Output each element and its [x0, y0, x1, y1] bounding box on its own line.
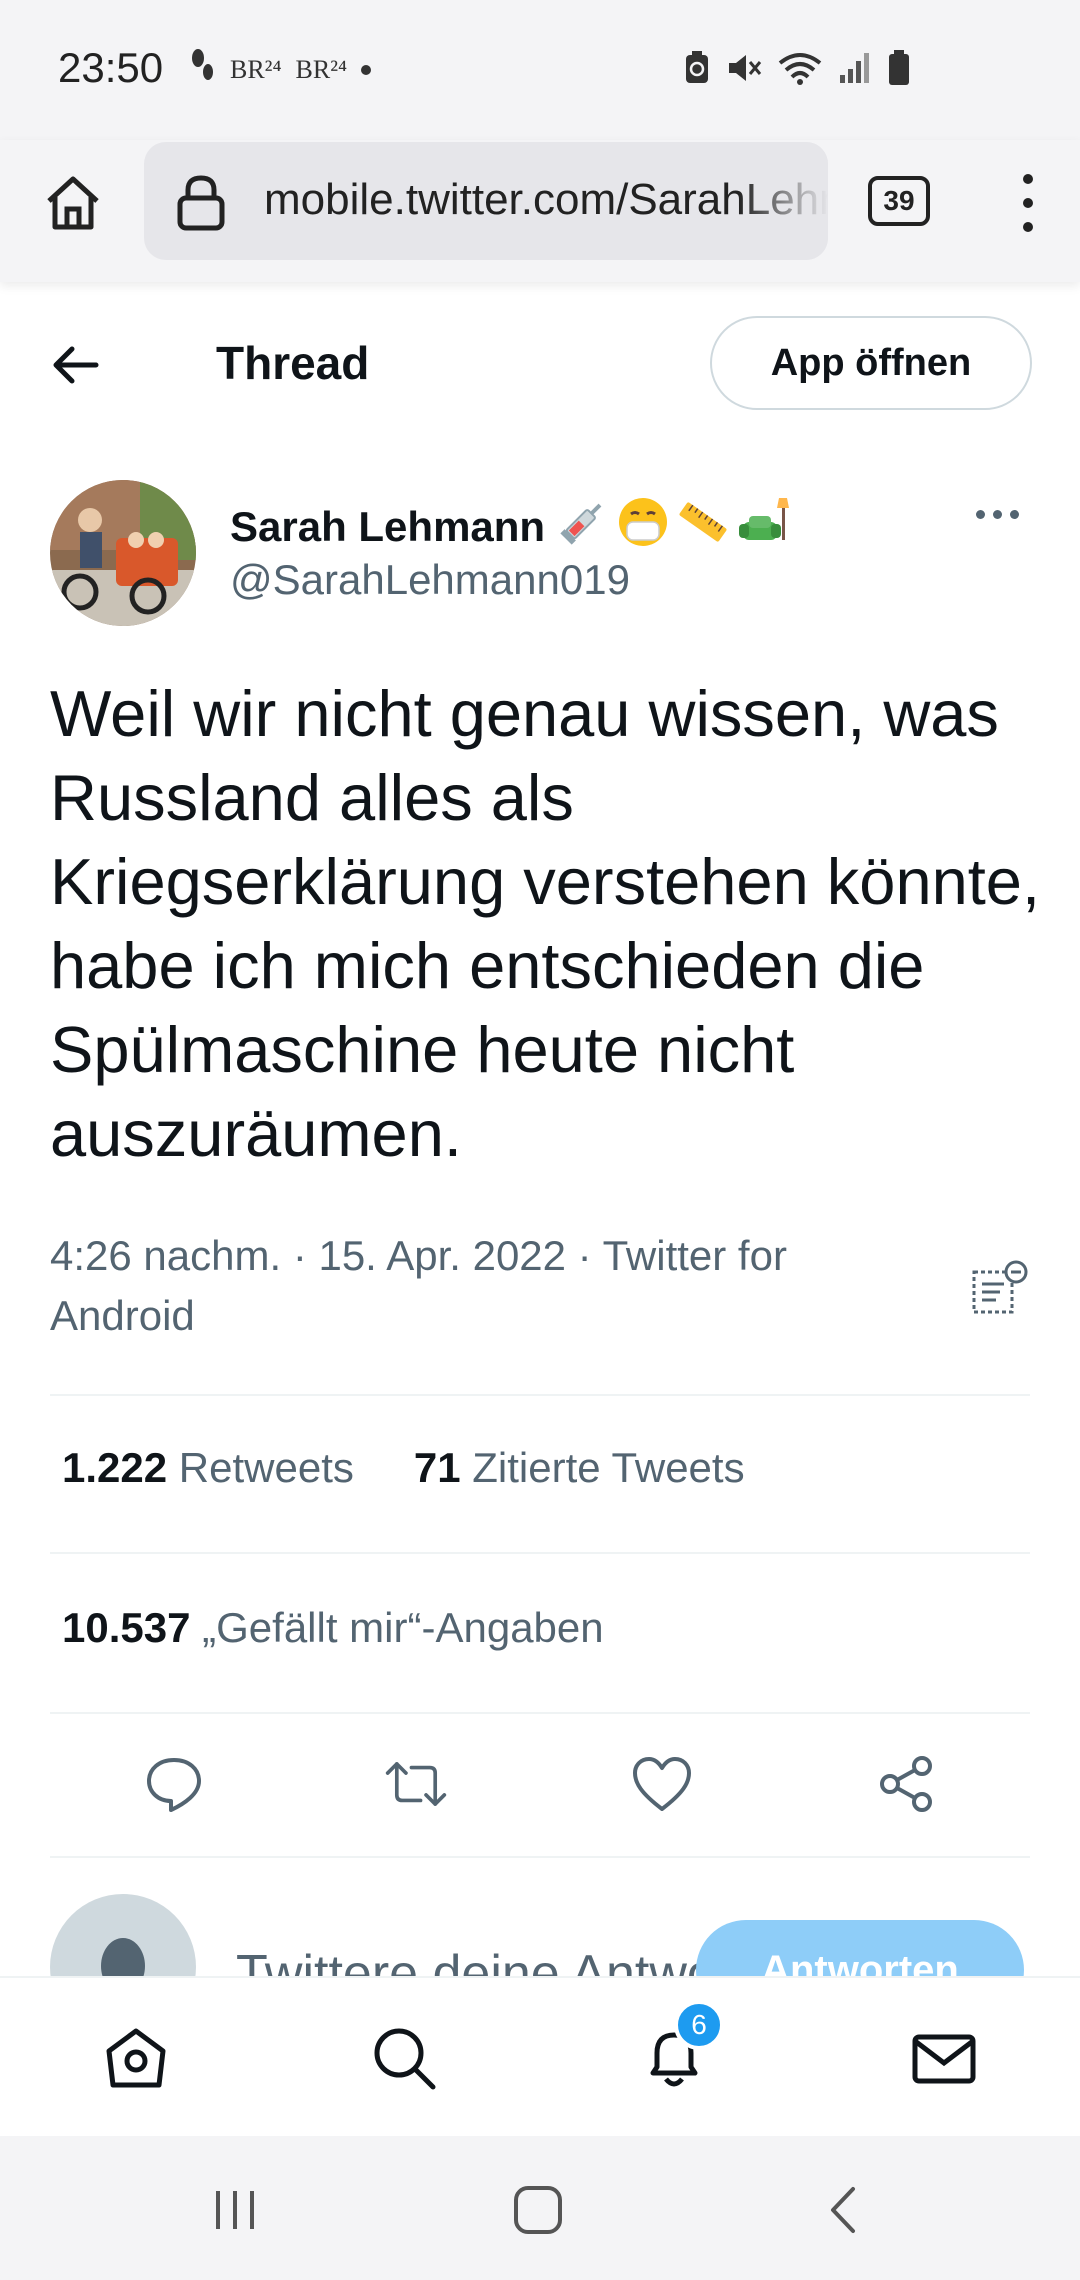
br24-icon: BR²⁴ [295, 54, 348, 84]
share-button[interactable] [874, 1752, 938, 1816]
tweet-more-button[interactable] [976, 510, 1019, 519]
quote-stats[interactable]: 71 Zitierte Tweets [414, 1444, 745, 1492]
tweet-timestamp[interactable]: 4:26 nachm. · 15. Apr. 2022 · Twitter fo… [50, 1226, 910, 1346]
battery-saver-icon [684, 51, 710, 90]
signal-icon [838, 51, 872, 90]
home-icon [106, 2028, 166, 2088]
author-name-text: Sarah Lehmann [230, 503, 546, 550]
search-icon [374, 2028, 436, 2090]
browser-toolbar: mobile.twitter.com/SarahLehmann019 39 [0, 140, 1080, 282]
nav-home[interactable] [96, 2018, 176, 2098]
quote-label: Zitierte Tweets [472, 1444, 745, 1491]
recent-apps-button[interactable] [210, 2182, 260, 2238]
author-name[interactable]: Sarah Lehmann [230, 494, 791, 560]
armchair-lamp-icon [735, 494, 791, 560]
recents-icon [216, 2191, 254, 2229]
browser-home-button[interactable] [40, 170, 106, 236]
square-home-icon [514, 2186, 562, 2234]
lock-icon [174, 172, 228, 237]
reply-button[interactable] [142, 1752, 206, 1816]
browser-menu-button[interactable] [1010, 170, 1046, 236]
translate-icon[interactable] [970, 1258, 1032, 1325]
status-notification-icons: BR²⁴ BR²⁴ [188, 48, 372, 91]
divider [50, 1552, 1030, 1554]
notification-badge: 6 [674, 2000, 724, 2050]
retweet-button[interactable] [384, 1752, 448, 1816]
retweet-count: 1.222 [62, 1444, 168, 1491]
comment-icon [147, 1758, 201, 1812]
tweet-actions [0, 1748, 1080, 1828]
tweet-stats: 1.222 Retweets 71 Zitierte Tweets [62, 1444, 745, 1492]
divider [50, 1394, 1030, 1396]
back-button[interactable] [50, 340, 110, 390]
nav-search[interactable] [364, 2018, 444, 2098]
author-handle[interactable]: @SarahLehmann019 [230, 556, 630, 604]
tweet-text: Weil wir nicht genau wissen, was Russlan… [50, 677, 1041, 1170]
retweet-icon [385, 1762, 447, 1806]
dot-icon [361, 64, 372, 75]
mail-icon [912, 2034, 976, 2084]
bottom-nav: 6 [0, 1976, 1080, 2136]
heart-icon [633, 1757, 691, 1811]
retweet-stats[interactable]: 1.222 Retweets [62, 1444, 354, 1492]
nav-messages[interactable] [904, 2018, 984, 2098]
status-time: 23:50 [58, 44, 164, 91]
quote-count: 71 [413, 1444, 461, 1491]
status-system-icons [684, 50, 910, 91]
mask-icon [615, 494, 671, 560]
like-button[interactable] [630, 1752, 694, 1816]
status-bar: 23:50 BR²⁴ BR²⁴ [0, 0, 1080, 140]
ruler-icon [675, 494, 731, 560]
system-navigation-bar [0, 2136, 1080, 2280]
system-back-button[interactable] [818, 2182, 868, 2238]
wifi-icon [778, 51, 822, 90]
tab-switcher-button[interactable]: 39 [868, 176, 930, 226]
system-home-button[interactable] [508, 2182, 568, 2238]
divider [50, 1856, 1030, 1858]
share-icon [880, 1756, 932, 1812]
thread-header: Thread App öffnen [0, 300, 1080, 430]
like-label: „Gefällt mir“-Angaben [202, 1604, 604, 1651]
page-title: Thread [216, 337, 370, 389]
chevron-left-icon [831, 2187, 855, 2233]
arrow-left-icon [53, 346, 99, 384]
battery-icon [888, 50, 910, 91]
br24-icon: BR²⁴ [230, 54, 282, 84]
retweet-label: Retweets [178, 1444, 354, 1491]
like-stats[interactable]: 10.537 „Gefällt mir“-Angaben [62, 1604, 604, 1652]
home-icon [47, 176, 99, 230]
syringe-icon [555, 494, 611, 560]
author-emojis [555, 494, 791, 560]
author-avatar[interactable] [50, 480, 196, 626]
open-app-button[interactable]: App öffnen [710, 316, 1032, 410]
pedometer-icon [188, 48, 216, 91]
like-count: 10.537 [62, 1604, 191, 1651]
divider [50, 1712, 1030, 1714]
mute-icon [726, 51, 762, 90]
address-bar[interactable]: mobile.twitter.com/SarahLehmann019 [144, 142, 828, 260]
